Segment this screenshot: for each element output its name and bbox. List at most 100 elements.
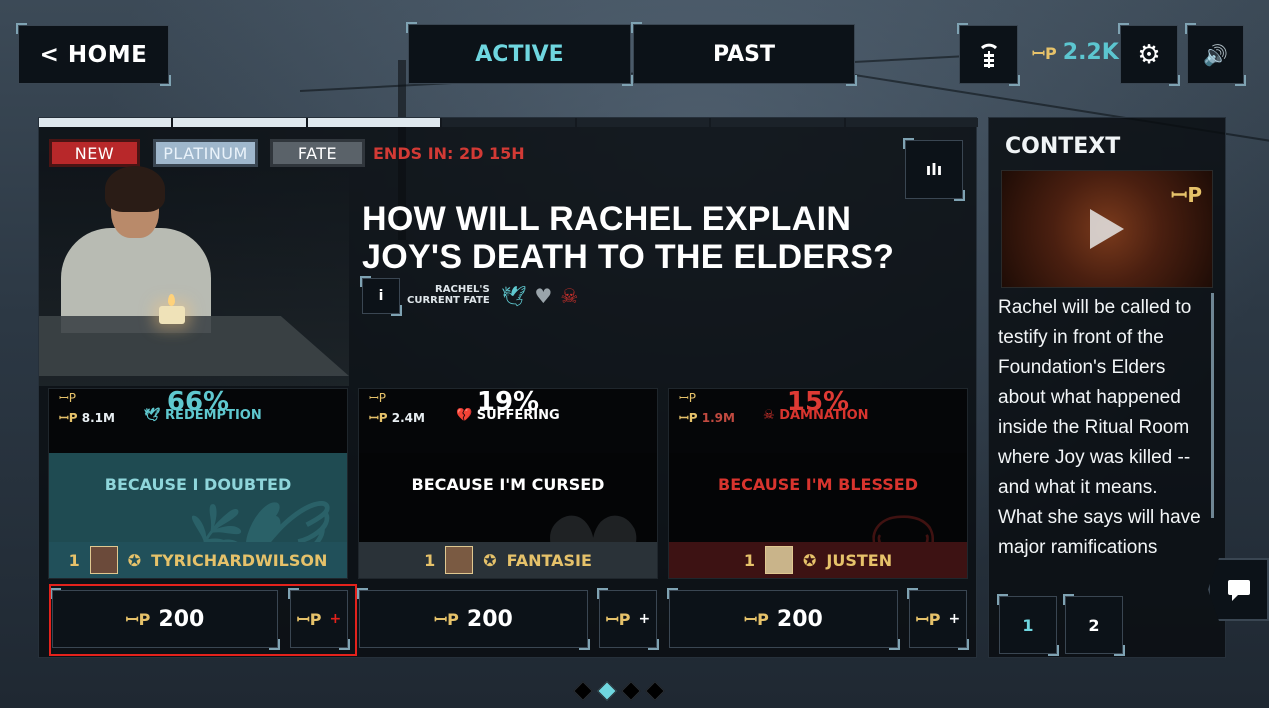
wager-amount: 200	[158, 606, 205, 632]
pager-dot[interactable]	[621, 681, 641, 701]
platinum-tag: PLATINUM	[153, 139, 258, 167]
choice-fate-label: DAMNATION	[779, 408, 869, 423]
choice-card-suffering[interactable]: ꟷP 19% ꟷP 2.4M 💔 SUFFERING ♥ BECAUSE I'M…	[358, 388, 658, 579]
skull-icon: ☠	[763, 408, 775, 423]
progress-segment	[173, 118, 306, 127]
progress-segment	[307, 118, 441, 127]
choice-header: ꟷP 66% ꟷP 8.1M 🕊 REDEMPTION	[49, 389, 347, 453]
wager-amount: 200	[466, 606, 513, 632]
context-title: CONTEXT	[1005, 134, 1121, 159]
stats-button[interactable]	[957, 23, 1020, 86]
points-icon: ꟷP	[1032, 43, 1057, 63]
choice-top-user: 1 ✪ JUSTEN	[669, 542, 967, 578]
context-scrollbar[interactable]	[1211, 293, 1214, 518]
settings-button[interactable]: ⚙	[1118, 23, 1180, 86]
points-balance: ꟷP 2.2K	[1032, 40, 1119, 65]
avatar	[89, 546, 118, 574]
question-pager	[573, 681, 665, 701]
choice-header: ꟷP 15% ꟷP 1.9M ☠ DAMNATION	[669, 389, 967, 453]
pager-dot[interactable]	[645, 681, 665, 701]
tab-active[interactable]: ACTIVE	[406, 22, 633, 86]
choice-answer: BECAUSE I'M BLESSED	[718, 475, 918, 494]
tab-past[interactable]: PAST	[631, 22, 857, 86]
speaker-icon: 🔊	[1203, 42, 1228, 67]
choice-vote-count: ꟷP 2.4M	[369, 409, 425, 426]
fate-tag: FATE	[270, 139, 365, 167]
points-icon: ꟷP	[915, 610, 941, 629]
choice-card-redemption[interactable]: ꟷP 66% ꟷP 8.1M 🕊 REDEMPTION 🕊 BECAUSE I …	[48, 388, 348, 579]
user-rank: 1	[743, 550, 756, 570]
dove-icon: 🕊	[144, 408, 161, 423]
choice-vote-count: ꟷP 1.9M	[679, 409, 735, 426]
points-icon: ꟷP	[59, 411, 82, 425]
choice-vote-count: ꟷP 8.1M	[59, 409, 115, 426]
fate-info-button[interactable]: i	[360, 276, 402, 316]
choice-fate-label: REDEMPTION	[165, 408, 262, 423]
choice-vote-count-value: 1.9M	[701, 411, 735, 425]
bar-chart-icon: ılı	[925, 160, 943, 179]
context-page-1-button[interactable]: 1	[997, 594, 1059, 656]
pager-dot[interactable]	[573, 681, 593, 701]
chat-bubble-icon	[1227, 579, 1250, 601]
progress-segment	[576, 118, 710, 127]
progress-segment	[442, 118, 575, 127]
points-icon: ꟷP	[369, 411, 392, 425]
wager-button-suffering[interactable]: ꟷP 200	[357, 588, 590, 650]
username: FANTASIE	[506, 550, 592, 570]
pager-dot[interactable]	[597, 681, 617, 701]
platinum-tag-label: PLATINUM	[163, 143, 248, 163]
chat-button[interactable]	[1208, 558, 1269, 621]
choice-header: ꟷP 19% ꟷP 2.4M 💔 SUFFERING	[359, 389, 657, 453]
context-page-1-label: 1	[1022, 615, 1034, 635]
points-value: 2.2K	[1062, 40, 1119, 65]
choice-fate: 🕊 REDEMPTION	[144, 408, 262, 423]
choice-card-damnation[interactable]: ꟷP 15% ꟷP 1.9M ☠ DAMNATION ☠ BECAUSE I'M…	[668, 388, 968, 579]
current-fate-label: RACHEL'S CURRENT FATE	[407, 284, 490, 306]
increase-wager-button[interactable]: ꟷP +	[907, 588, 969, 650]
results-chart-button[interactable]: ılı	[903, 138, 965, 201]
current-fate-label-line1: RACHEL'S	[435, 284, 490, 295]
context-panel: CONTEXT ꟷP Rachel will be called to test…	[988, 117, 1226, 658]
wager-button-damnation[interactable]: ꟷP 200	[667, 588, 900, 650]
redemption-dove-icon: 🕊	[501, 284, 527, 308]
tab-active-label: ACTIVE	[475, 41, 564, 67]
choice-fate: 💔 SUFFERING	[456, 408, 560, 423]
user-badge-icon: ✪	[127, 550, 142, 570]
broken-heart-icon: ♥	[534, 284, 553, 308]
gear-icon: ⚙	[1137, 39, 1161, 70]
progress-segment	[39, 118, 172, 127]
plus-icon: +	[948, 611, 961, 627]
username: JUSTEN	[826, 550, 893, 570]
new-tag: NEW	[49, 139, 140, 167]
current-fate-label-line2: CURRENT FATE	[407, 295, 490, 306]
skull-icon: ☠	[560, 284, 579, 308]
choice-fate: ☠ DAMNATION	[763, 408, 869, 423]
info-icon: i	[378, 288, 384, 304]
ends-in-timer: ENDS IN: 2D 15H	[373, 144, 525, 163]
user-badge-icon: ✪	[803, 550, 817, 570]
question-progress	[39, 118, 978, 127]
sound-button[interactable]: 🔊	[1185, 23, 1246, 86]
play-icon	[1090, 209, 1124, 249]
question-panel: NEW PLATINUM FATE ENDS IN: 2D 15H ılı HO…	[38, 117, 978, 658]
choice-fate-label: SUFFERING	[476, 408, 560, 423]
context-page-2-button[interactable]: 2	[1063, 594, 1125, 656]
portrait-hair	[105, 166, 165, 212]
points-icon: ꟷP	[1171, 183, 1202, 207]
increase-wager-button[interactable]: ꟷP +	[288, 588, 350, 650]
points-icon: ꟷP	[296, 610, 322, 629]
context-video[interactable]: ꟷP	[1001, 170, 1213, 288]
fate-tag-label: FATE	[297, 143, 338, 163]
increase-wager-button[interactable]: ꟷP +	[597, 588, 659, 650]
progress-segment	[711, 118, 844, 127]
broken-heart-icon: 💔	[456, 408, 473, 423]
wager-button-redemption[interactable]: ꟷP 200	[50, 588, 280, 650]
points-icon: ꟷP	[125, 610, 151, 629]
points-icon: ꟷP	[679, 411, 702, 425]
user-rank: 1	[68, 550, 80, 570]
stats-icon	[980, 43, 997, 68]
home-button[interactable]: < HOME	[16, 23, 171, 86]
plus-icon: +	[329, 611, 342, 627]
portrait-table	[39, 316, 349, 376]
choice-answer: BECAUSE I DOUBTED	[104, 475, 292, 494]
